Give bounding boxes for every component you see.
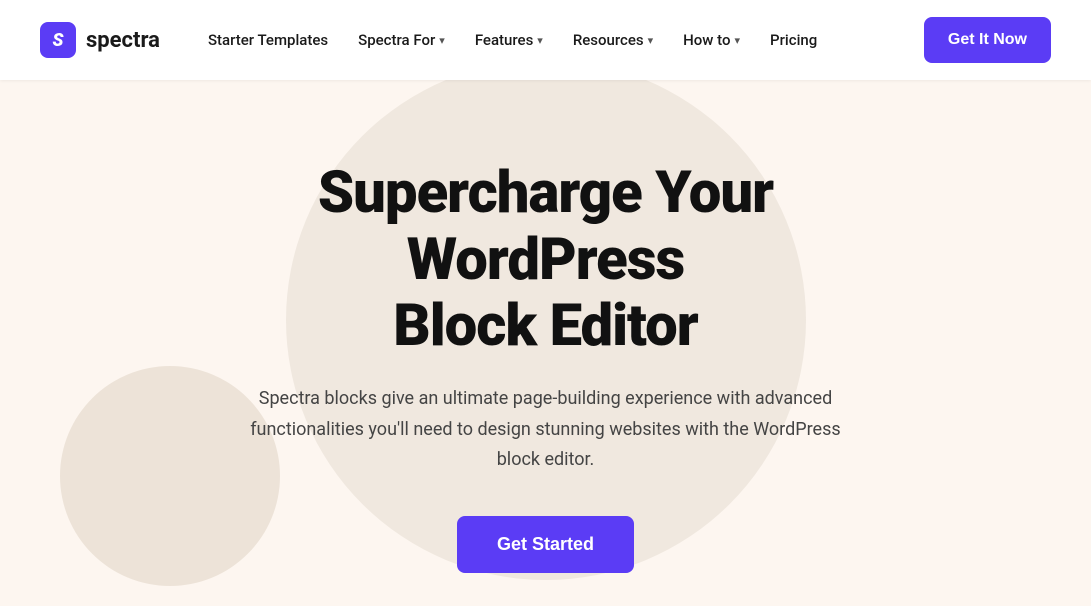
chevron-down-icon: ▾ [439, 34, 445, 47]
hero-title: Supercharge Your WordPress Block Editor [196, 160, 896, 360]
chevron-down-icon: ▾ [537, 34, 543, 47]
nav-left: S spectra Starter Templates Spectra For … [40, 22, 829, 58]
logo-icon: S [40, 22, 76, 58]
nav-link-spectra-for[interactable]: Spectra For ▾ [346, 23, 457, 57]
nav-link-pricing[interactable]: Pricing [758, 23, 829, 57]
nav-links: Starter Templates Spectra For ▾ Features… [196, 23, 829, 57]
nav-link-features[interactable]: Features ▾ [463, 23, 555, 57]
get-it-now-button[interactable]: Get It Now [924, 17, 1051, 63]
nav-link-resources[interactable]: Resources ▾ [561, 23, 665, 57]
nav-link-how-to[interactable]: How to ▾ [671, 23, 752, 57]
nav-link-starter-templates[interactable]: Starter Templates [196, 23, 340, 57]
nav-right: Get It Now [924, 17, 1051, 63]
get-started-button[interactable]: Get Started [457, 516, 634, 573]
hero-section: Supercharge Your WordPress Block Editor … [0, 80, 1091, 573]
logo[interactable]: S spectra [40, 22, 160, 58]
chevron-down-icon: ▾ [648, 34, 654, 47]
hero-subtitle: Spectra blocks give an ultimate page-bui… [236, 384, 856, 476]
navbar: S spectra Starter Templates Spectra For … [0, 0, 1091, 80]
chevron-down-icon: ▾ [735, 34, 741, 47]
logo-text: spectra [86, 28, 160, 53]
